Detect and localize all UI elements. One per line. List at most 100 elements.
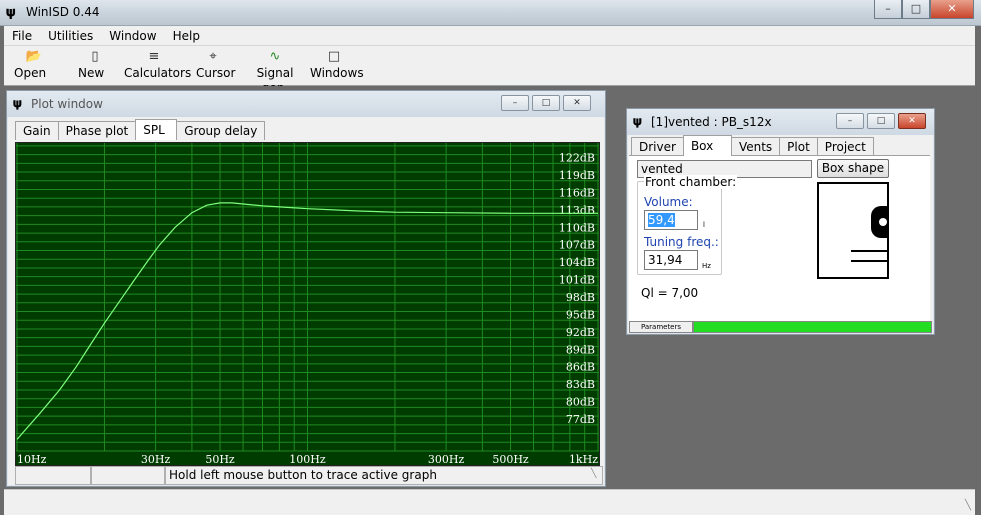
plot-tabs: Gain Phase plot SPL Group delay — [15, 119, 266, 140]
calculator-icon: ≡ — [148, 49, 160, 64]
y-tick-label: 89dB — [566, 343, 595, 356]
calculators-label: Calculators — [124, 66, 192, 80]
plot-maximize-button[interactable]: □ — [532, 95, 560, 111]
cursor-button[interactable]: ⌖ Cursor — [196, 48, 235, 84]
calculators-button[interactable]: ≡ Calculators — [124, 48, 191, 84]
app-title: WinISD 0.44 — [26, 5, 100, 19]
volume-label: Volume: — [644, 195, 693, 209]
spl-plot[interactable]: 122dB 119dB 116dB 113dB 110dB 107dB 104dB 101dB… — [15, 142, 600, 466]
y-tick-label: 83dB — [566, 378, 595, 391]
menu-utilities[interactable]: Utilities — [40, 29, 101, 43]
front-chamber-label: Front chamber: — [644, 175, 738, 189]
menu-file[interactable]: File — [4, 29, 40, 43]
y-tick-label: 101dB — [559, 274, 595, 287]
vent-line-bottom — [851, 260, 887, 262]
folder-open-icon: 📂 — [25, 49, 43, 64]
parameters-progress — [693, 321, 932, 333]
menu-bar: File Utilities Window Help — [4, 26, 975, 46]
volume-value: 59,4 — [648, 213, 675, 227]
plot-window: 𝛙 Plot window – □ ✕ Gain Phase plot SPL … — [6, 90, 606, 487]
open-label: Open — [14, 66, 47, 80]
crosshair-icon: ⌖ — [209, 49, 217, 64]
tab-plot[interactable]: Plot — [779, 137, 818, 156]
tab-vents[interactable]: Vents — [730, 137, 781, 156]
winisd-logo-icon: 𝛙 — [6, 5, 16, 20]
project-tabs: Driver Box Vents Plot Project — [631, 135, 874, 156]
plot-minimize-button[interactable]: – — [501, 95, 529, 111]
project-close-button[interactable]: ✕ — [898, 113, 926, 129]
status-cell-2 — [91, 466, 165, 485]
resize-grip-icon[interactable]: ╲ — [591, 469, 596, 479]
tuning-freq-input[interactable]: 31,94 — [644, 250, 698, 270]
window-icon: □ — [327, 49, 341, 64]
vent-line-top — [851, 250, 887, 252]
sine-wave-icon: ∿ — [269, 49, 281, 64]
menu-help[interactable]: Help — [165, 29, 208, 43]
tab-gain[interactable]: Gain — [15, 121, 59, 140]
box-shape-preview — [817, 182, 889, 279]
spl-chart-svg: 122dB 119dB 116dB 113dB 110dB 107dB 104dB 101dB… — [16, 143, 599, 465]
tab-box[interactable]: Box — [682, 135, 732, 156]
x-tick-label: 1kHz — [569, 453, 598, 465]
signal-gen-button[interactable]: ∿ Signal gen. — [244, 48, 306, 95]
open-button[interactable]: 📂 Open — [14, 48, 54, 84]
maximize-button[interactable]: □ — [902, 0, 930, 19]
winisd-logo-icon: 𝛙 — [633, 114, 642, 128]
y-tick-label: 110dB — [559, 221, 595, 234]
new-button[interactable]: ▯ New — [78, 48, 112, 84]
x-tick-label: 50Hz — [205, 453, 235, 465]
y-tick-label: 80dB — [566, 396, 595, 409]
y-tick-label: 95dB — [566, 308, 595, 321]
parameters-progress-fill — [694, 322, 931, 332]
woofer-dustcap — [879, 218, 887, 226]
project-window: 𝛙 [1]vented : PB_s12x – □ ✕ Driver Box V… — [626, 108, 935, 335]
plot-window-title: Plot window — [31, 97, 103, 111]
y-tick-label: 92dB — [566, 326, 595, 339]
y-tick-label: 107dB — [559, 239, 595, 252]
x-tick-label: 500Hz — [492, 453, 529, 465]
menu-window[interactable]: Window — [101, 29, 164, 43]
y-tick-label: 113dB — [559, 204, 595, 217]
trace-hint: Hold left mouse button to trace active g… — [165, 466, 603, 485]
windows-label: Windows — [310, 66, 364, 80]
y-tick-label: 86dB — [566, 361, 595, 374]
tab-project[interactable]: Project — [816, 137, 874, 156]
cursor-label: Cursor — [196, 66, 236, 80]
minimize-button[interactable]: – — [874, 0, 902, 19]
box-tab-panel: vented Box shape Front chamber: Volume: … — [629, 155, 930, 321]
project-window-title: [1]vented : PB_s12x — [651, 115, 772, 129]
x-tick-label: 30Hz — [141, 453, 171, 465]
project-minimize-button[interactable]: – — [836, 113, 864, 129]
tuning-freq-unit: Hz — [702, 262, 711, 270]
x-tick-label: 100Hz — [289, 453, 326, 465]
new-document-icon: ▯ — [91, 49, 99, 64]
resize-grip-icon[interactable]: ╲ — [965, 500, 971, 511]
project-maximize-button[interactable]: □ — [867, 113, 895, 129]
tab-group-delay[interactable]: Group delay — [176, 121, 266, 140]
plot-window-title-bar[interactable]: 𝛙 Plot window – □ ✕ — [7, 91, 605, 117]
y-tick-label: 77dB — [566, 413, 595, 426]
tab-driver[interactable]: Driver — [631, 137, 684, 156]
x-tick-label: 300Hz — [428, 453, 465, 465]
status-cell-1 — [15, 466, 91, 485]
close-button[interactable]: ✕ — [930, 0, 974, 19]
volume-input[interactable]: 59,4 — [644, 210, 698, 230]
y-tick-label: 116dB — [559, 186, 595, 199]
tab-spl[interactable]: SPL — [135, 119, 178, 140]
winisd-logo-icon: 𝛙 — [13, 96, 22, 110]
box-shape-button[interactable]: Box shape — [817, 159, 889, 178]
x-tick-label: 10Hz — [17, 453, 47, 465]
volume-unit: l — [703, 221, 705, 229]
project-window-title-bar[interactable]: 𝛙 [1]vented : PB_s12x – □ ✕ — [627, 109, 934, 135]
tuning-freq-label: Tuning freq.: — [644, 235, 719, 249]
plot-close-button[interactable]: ✕ — [563, 95, 591, 111]
y-tick-label: 119dB — [559, 169, 595, 182]
app-title-bar[interactable]: 𝛙 WinISD 0.44 – □ ✕ — [0, 0, 981, 26]
mdi-client-area: 𝛙 Plot window – □ ✕ Gain Phase plot SPL … — [4, 86, 975, 488]
toolbar: 📂 Open ▯ New ≡ Calculators ⌖ Cursor ∿ Si… — [4, 46, 975, 95]
windows-button[interactable]: □ Windows — [310, 48, 364, 84]
y-tick-label: 104dB — [559, 256, 595, 269]
main-status-bar: ╲ — [4, 489, 975, 515]
new-label: New — [78, 66, 105, 80]
tab-phase-plot[interactable]: Phase plot — [57, 121, 137, 140]
